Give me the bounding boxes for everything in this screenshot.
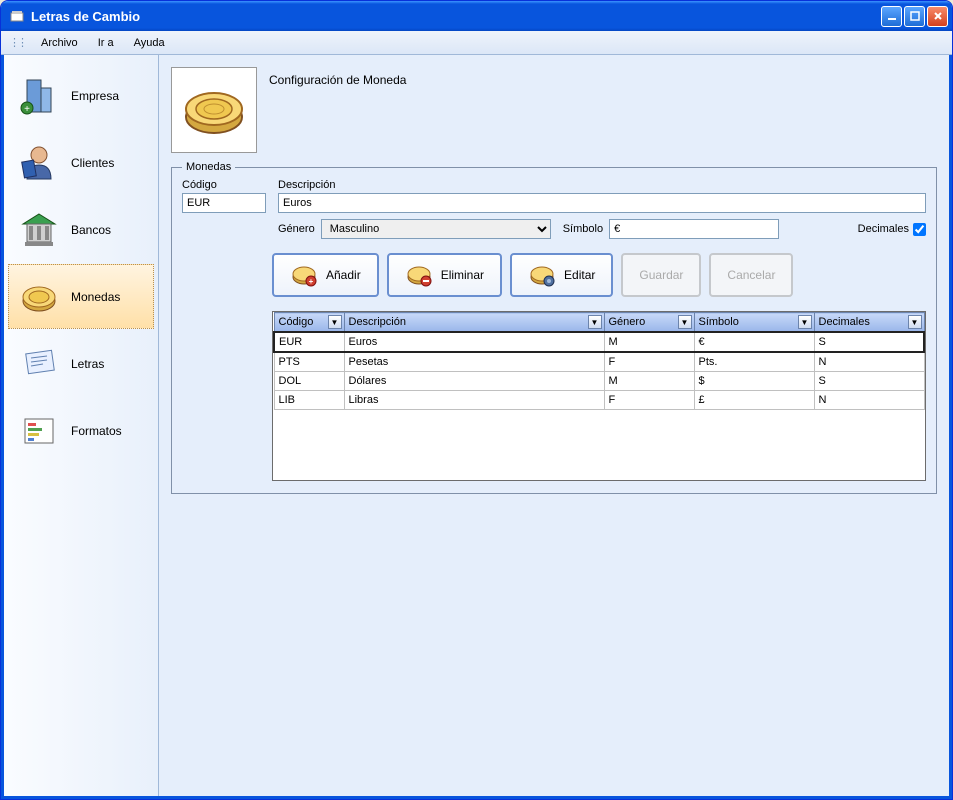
cell-descripcion: Pesetas [344,352,604,372]
cell-decimales: S [814,332,924,352]
table-row[interactable]: DOLDólaresM$S [274,372,924,391]
menu-archivo[interactable]: Archivo [33,34,86,52]
delete-button[interactable]: Eliminar [387,253,502,297]
cell-genero: F [604,352,694,372]
svg-text:+: + [309,277,314,286]
decimales-label: Decimales [858,223,909,235]
sidebar-item-label: Empresa [71,89,119,103]
cell-simbolo: £ [694,391,814,410]
cell-decimales: S [814,372,924,391]
close-button[interactable] [927,6,948,27]
app-icon [9,8,25,24]
cell-genero: M [604,332,694,352]
coin-add-icon: + [290,261,318,289]
col-genero[interactable]: Género▼ [604,313,694,333]
genero-select[interactable]: Masculino [321,219,551,239]
button-label: Guardar [639,268,683,282]
sidebar-item-empresa[interactable]: + Empresa [8,63,154,128]
main-panel: Configuración de Moneda Monedas Código D… [159,55,949,796]
coin-delete-icon [405,261,433,289]
bank-icon [15,206,63,254]
cell-codigo: DOL [274,372,344,391]
sidebar: + Empresa Clientes Bancos Mone [4,55,159,796]
cancel-button[interactable]: Cancelar [709,253,793,297]
filter-dropdown-icon[interactable]: ▼ [588,315,602,329]
filter-dropdown-icon[interactable]: ▼ [908,315,922,329]
menu-ayuda[interactable]: Ayuda [126,34,173,52]
cell-decimales: N [814,391,924,410]
cell-descripcion: Euros [344,332,604,352]
cell-codigo: EUR [274,332,344,352]
cell-descripcion: Dólares [344,372,604,391]
page-icon [171,67,257,153]
table-row[interactable]: LIBLibrasF£N [274,391,924,410]
cell-decimales: N [814,352,924,372]
page-title: Configuración de Moneda [269,67,406,87]
cell-simbolo: Pts. [694,352,814,372]
sidebar-item-label: Letras [71,357,104,371]
table-row[interactable]: EUREurosM€S [274,332,924,352]
codigo-label: Código [182,179,266,191]
monedas-fieldset: Monedas Código Descripción Género [171,161,937,494]
sidebar-item-letras[interactable]: Letras [8,331,154,396]
button-label: Cancelar [727,268,775,282]
coin-edit-icon [528,261,556,289]
person-icon [15,139,63,187]
cell-simbolo: € [694,332,814,352]
currency-table: Código▼ Descripción▼ Género▼ Símbolo▼ De… [272,311,926,481]
menu-ir-a[interactable]: Ir a [90,34,122,52]
save-button[interactable]: Guardar [621,253,701,297]
button-label: Añadir [326,268,361,282]
decimales-checkbox[interactable] [913,223,926,236]
filter-dropdown-icon[interactable]: ▼ [798,315,812,329]
filter-dropdown-icon[interactable]: ▼ [678,315,692,329]
window-title: Letras de Cambio [31,9,881,24]
sidebar-item-label: Clientes [71,156,114,170]
simbolo-input[interactable] [609,219,779,239]
sidebar-item-label: Formatos [71,424,122,438]
sidebar-item-monedas[interactable]: Monedas [8,264,154,329]
coin-icon [15,273,63,321]
sidebar-item-clientes[interactable]: Clientes [8,130,154,195]
button-label: Eliminar [441,268,484,282]
filter-dropdown-icon[interactable]: ▼ [328,315,342,329]
menu-grip-icon: ⋮⋮ [9,36,25,49]
add-button[interactable]: + Añadir [272,253,379,297]
col-simbolo[interactable]: Símbolo▼ [694,313,814,333]
cell-codigo: LIB [274,391,344,410]
descripcion-label: Descripción [278,179,926,191]
maximize-button[interactable] [904,6,925,27]
edit-button[interactable]: Editar [510,253,613,297]
building-icon: + [15,72,63,120]
sidebar-item-formatos[interactable]: Formatos [8,398,154,463]
sidebar-item-label: Bancos [71,223,111,237]
minimize-button[interactable] [881,6,902,27]
titlebar: Letras de Cambio [1,1,952,31]
cell-descripcion: Libras [344,391,604,410]
cell-simbolo: $ [694,372,814,391]
col-descripcion[interactable]: Descripción▼ [344,313,604,333]
col-decimales[interactable]: Decimales▼ [814,313,924,333]
cell-genero: F [604,391,694,410]
cell-codigo: PTS [274,352,344,372]
codigo-input[interactable] [182,193,266,213]
col-codigo[interactable]: Código▼ [274,313,344,333]
cell-genero: M [604,372,694,391]
genero-label: Género [278,223,315,235]
svg-text:+: + [24,104,30,115]
document-icon [15,340,63,388]
fieldset-legend: Monedas [182,161,235,173]
button-label: Editar [564,268,595,282]
sidebar-item-label: Monedas [71,290,120,304]
formats-icon [15,407,63,455]
sidebar-item-bancos[interactable]: Bancos [8,197,154,262]
simbolo-label: Símbolo [563,223,603,235]
descripcion-input[interactable] [278,193,926,213]
table-row[interactable]: PTSPesetasFPts.N [274,352,924,372]
menubar: ⋮⋮ Archivo Ir a Ayuda [1,31,952,55]
